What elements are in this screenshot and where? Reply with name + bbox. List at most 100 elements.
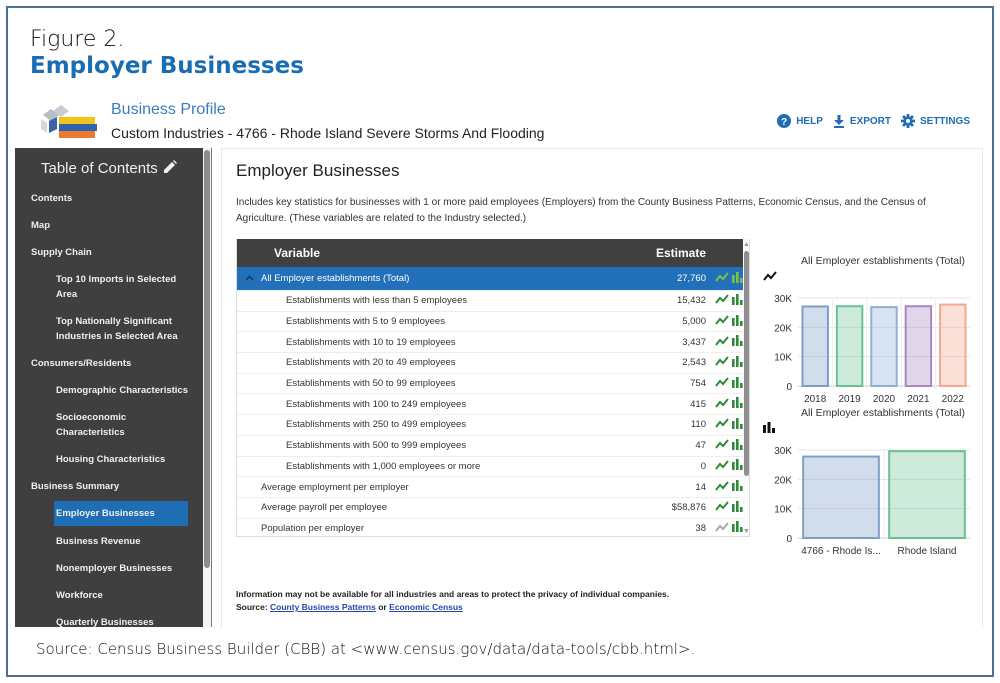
table-row[interactable]: Establishments with 20 to 49 employees 2,… (237, 353, 749, 374)
trend-line-icon[interactable] (715, 272, 729, 285)
table-row[interactable]: Average employment per employer 14 (237, 477, 749, 498)
figure-title: Employer Businesses (30, 53, 304, 79)
toc-item-nonemployer[interactable]: Nonemployer Businesses (56, 561, 186, 576)
economic-census-link[interactable]: Economic Census (389, 602, 463, 612)
trend-line-icon[interactable] (715, 377, 729, 390)
bar-chart-icon[interactable] (732, 521, 743, 535)
y-tick-label: 0 (786, 534, 792, 545)
table-row-total[interactable]: All Employer establishments (Total) 27,76… (237, 267, 749, 291)
table-row[interactable]: Establishments with 5 to 9 employees 5,00… (237, 312, 749, 333)
trend-line-icon[interactable] (715, 460, 729, 473)
table-row[interactable]: Establishments with 250 to 499 employees… (237, 415, 749, 436)
table-scrollbar[interactable]: ▲ ▼ (743, 239, 749, 536)
estimate-cell: 27,760 (676, 273, 706, 284)
bar-chart-icon[interactable] (732, 397, 743, 411)
trend-line-icon[interactable] (715, 418, 729, 431)
estimate-cell: 47 (695, 440, 706, 452)
toc-item-housing[interactable]: Housing Characteristics (56, 452, 196, 467)
table-row[interactable]: Establishments with less than 5 employee… (237, 291, 749, 312)
variable-cell: Establishments with 10 to 19 employees (237, 337, 636, 348)
bar-chart-icon[interactable] (732, 417, 743, 432)
toc-item-demographic[interactable]: Demographic Characteristics (56, 383, 196, 398)
scroll-down-arrow-icon[interactable]: ▼ (743, 528, 749, 535)
variable-label: Establishments with less than 5 employee… (286, 295, 468, 307)
variable-cell: Average payroll per employee (237, 502, 636, 513)
toc-item-socioeconomic[interactable]: Socioeconomic Characteristics (56, 410, 136, 440)
toc-item-contents[interactable]: Contents (31, 191, 161, 206)
trend-chart-svg: 010K20K30K2018 2019 2020 2021 2022 (774, 294, 970, 405)
bar-chart-icon[interactable] (732, 480, 743, 494)
table-row[interactable]: Average payroll per employee $58,876 (237, 498, 749, 519)
table-row[interactable]: Establishments with 50 to 99 employees 75… (237, 374, 749, 395)
bar-chart-icon[interactable] (732, 335, 743, 349)
trend-line-icon[interactable] (715, 294, 729, 307)
bar-chart-icon[interactable] (732, 459, 743, 473)
toc-item-business-summary[interactable]: Business Summary (31, 479, 161, 494)
toc-item-business-revenue[interactable]: Business Revenue (56, 534, 186, 549)
table-row[interactable]: Establishments with 10 to 19 employees 3,… (237, 332, 749, 354)
trend-line-icon[interactable] (715, 398, 729, 411)
bar-chart-icon[interactable] (732, 293, 743, 308)
profile-subtitle: Custom Industries - 4766 - Rhode Island … (111, 125, 545, 141)
gear-icon (900, 114, 915, 128)
export-button[interactable]: EXPORT (833, 114, 891, 128)
variable-cell: Establishments with 1,000 employees or m… (237, 461, 636, 472)
variable-cell: Establishments with 20 to 49 employees (237, 357, 636, 368)
variable-cell: Population per employer (237, 523, 636, 534)
comparison-chart-title: All Employer establishments (Total) (801, 407, 965, 419)
bar-chart-icon[interactable] (732, 355, 743, 370)
estimate-cell: 110 (690, 419, 706, 431)
table-row[interactable]: Establishments with 1,000 employees or m… (237, 457, 749, 478)
scroll-up-arrow-icon[interactable]: ▲ (743, 241, 749, 248)
bar-chart-icon[interactable] (732, 500, 743, 515)
settings-button[interactable]: SETTINGS (900, 114, 970, 128)
variable-label: Establishments with 50 to 99 employees (286, 378, 456, 390)
table-row[interactable]: Population per employer 38 (237, 519, 749, 536)
bar-chart-icon[interactable] (732, 271, 743, 286)
trend-line-icon[interactable] (715, 439, 729, 452)
trend-line-icon[interactable] (763, 268, 777, 286)
footnote: Information may not be available for all… (236, 588, 669, 614)
trend-line-icon[interactable] (715, 336, 729, 349)
bar (939, 303, 967, 388)
bar-chart-icon[interactable] (763, 420, 775, 438)
table-scrollbar-thumb[interactable] (744, 251, 749, 476)
column-header-estimate: Estimate (656, 246, 707, 260)
trend-line-icon[interactable] (715, 356, 729, 369)
toc-item-map[interactable]: Map (31, 218, 161, 233)
collapse-chevron-up-icon[interactable] (245, 273, 261, 284)
trend-line-icon[interactable] (715, 315, 729, 328)
county-business-patterns-link[interactable]: County Business Patterns (270, 602, 376, 612)
help-circle-icon: ? (777, 114, 792, 128)
toc-item-employer-businesses[interactable]: Employer Businesses (54, 501, 188, 526)
table-header: Variable Estimate (237, 239, 749, 267)
estimate-cell: 415 (690, 398, 706, 410)
toc-item-top-10-imports[interactable]: Top 10 Imports in Selected Area (56, 272, 186, 302)
pencil-icon[interactable] (163, 160, 177, 177)
toc-item-workforce[interactable]: Workforce (56, 588, 186, 603)
toc-item-consumers-residents[interactable]: Consumers/Residents (31, 356, 161, 371)
estimate-cell: 2,543 (682, 357, 706, 369)
variable-label: Establishments with 1,000 employees or m… (286, 460, 481, 472)
toc-item-supply-chain[interactable]: Supply Chain (31, 245, 161, 260)
sidebar-scrollbar-thumb[interactable] (204, 150, 210, 568)
variable-label: Average employment per employer (261, 481, 409, 493)
table-of-contents-sidebar: Table of Contents Contents Map Supply Ch… (15, 148, 203, 627)
cbb-logo (39, 105, 99, 141)
trend-line-icon[interactable] (715, 522, 729, 535)
bar-chart-icon[interactable] (732, 314, 743, 329)
estimate-cell: 14 (695, 481, 706, 493)
trend-line-icon[interactable] (715, 501, 729, 514)
variable-cell: Establishments with 5 to 9 employees (237, 316, 636, 327)
toc-item-quarterly[interactable]: Quarterly Businesses (56, 615, 186, 627)
variable-label: All Employer establishments (Total) (261, 273, 410, 284)
bar-chart-icon[interactable] (732, 376, 743, 391)
sidebar-scrollbar[interactable] (203, 148, 212, 627)
table-row[interactable]: Establishments with 500 to 999 employees… (237, 436, 749, 457)
toc-item-top-nationally-significant[interactable]: Top Nationally Significant Industries in… (56, 314, 186, 344)
trend-line-icon[interactable] (715, 480, 729, 494)
variable-label: Establishments with 250 to 499 employees (286, 419, 467, 431)
help-button[interactable]: ? HELP (777, 114, 823, 128)
table-row[interactable]: Establishments with 100 to 249 employees… (237, 394, 749, 416)
bar-chart-icon[interactable] (732, 438, 743, 453)
